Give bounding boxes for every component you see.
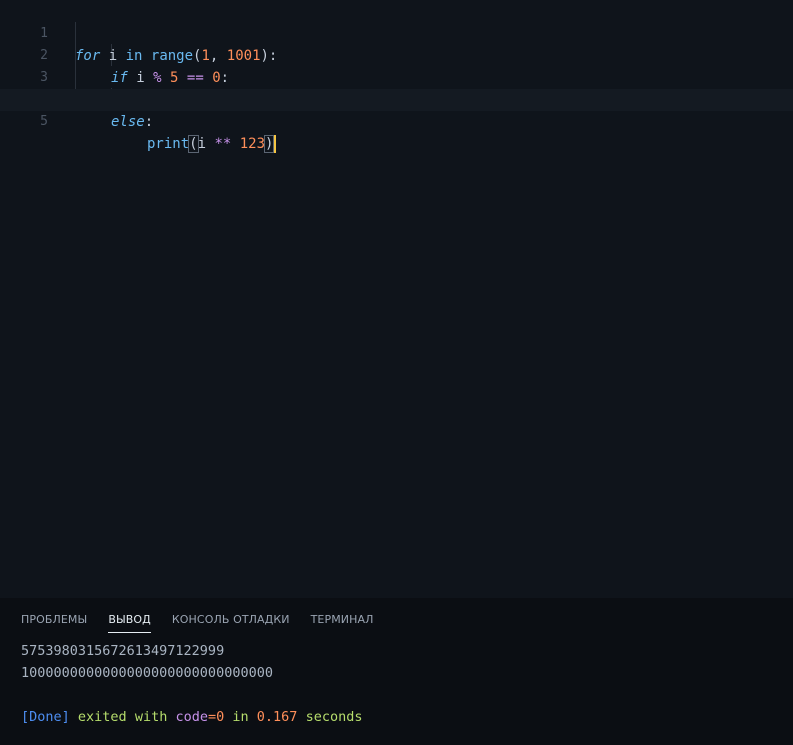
code-token: i bbox=[197, 136, 215, 152]
code-line-4[interactable]: 4 else: bbox=[0, 67, 793, 130]
in-label: in bbox=[232, 709, 249, 725]
output-line: 1000000000000000000000000000000 bbox=[21, 665, 273, 681]
code-label: code bbox=[175, 709, 208, 725]
code-token: ) bbox=[263, 135, 275, 153]
tab-output[interactable]: ВЫВОД bbox=[108, 613, 151, 633]
tab-terminal[interactable]: ТЕРМИНАЛ bbox=[311, 613, 374, 633]
tab-problems[interactable]: ПРОБЛЕМЫ bbox=[21, 613, 87, 633]
text-cursor bbox=[274, 135, 277, 153]
bottom-panel: ПРОБЛЕМЫ ВЫВОД КОНСОЛЬ ОТЛАДКИ ТЕРМИНАЛ … bbox=[0, 598, 793, 745]
code-text[interactable]: print(i ** 123) bbox=[147, 133, 277, 155]
code-text[interactable]: else: bbox=[111, 111, 153, 133]
tab-debug-console[interactable]: КОНСОЛЬ ОТЛАДКИ bbox=[172, 613, 290, 633]
exit-code-value: =0 bbox=[207, 709, 225, 725]
output-log[interactable]: 5753980315672613497122999 100000000000000… bbox=[21, 640, 362, 728]
code-token: : bbox=[144, 114, 154, 130]
done-tag: [Done] bbox=[21, 709, 70, 725]
seconds-label: seconds bbox=[305, 709, 363, 725]
code-line-3[interactable]: 3 print(i ** 10) bbox=[0, 45, 793, 108]
code-token: ( bbox=[188, 135, 199, 153]
output-line: 5753980315672613497122999 bbox=[21, 643, 225, 659]
code-token: ** bbox=[214, 136, 232, 152]
code-token: else bbox=[111, 114, 145, 130]
panel-tabs: ПРОБЛЕМЫ ВЫВОД КОНСОЛЬ ОТЛАДКИ ТЕРМИНАЛ bbox=[21, 613, 373, 633]
output-done-line: [Done] exited with code=0 in 0.167 secon… bbox=[21, 706, 362, 728]
code-editor-window: 1 for i in range(1, 1001): 2 if i % 5 ==… bbox=[0, 0, 793, 745]
line-number: 5 bbox=[40, 114, 48, 129]
editor-area[interactable]: 1 for i in range(1, 1001): 2 if i % 5 ==… bbox=[0, 0, 793, 598]
code-line-5[interactable]: 5 print(i ** 123) bbox=[0, 89, 793, 153]
code-line-1[interactable]: 1 for i in range(1, 1001): bbox=[0, 1, 793, 64]
exited-with-text: exited with bbox=[77, 709, 168, 725]
code-line-2[interactable]: 2 if i % 5 == 0: bbox=[0, 23, 793, 86]
code-token: print bbox=[147, 136, 190, 152]
elapsed-seconds-value: 0.167 bbox=[256, 709, 298, 725]
code-token: 123 bbox=[239, 136, 266, 152]
output-blank-line: ​ bbox=[21, 684, 362, 706]
